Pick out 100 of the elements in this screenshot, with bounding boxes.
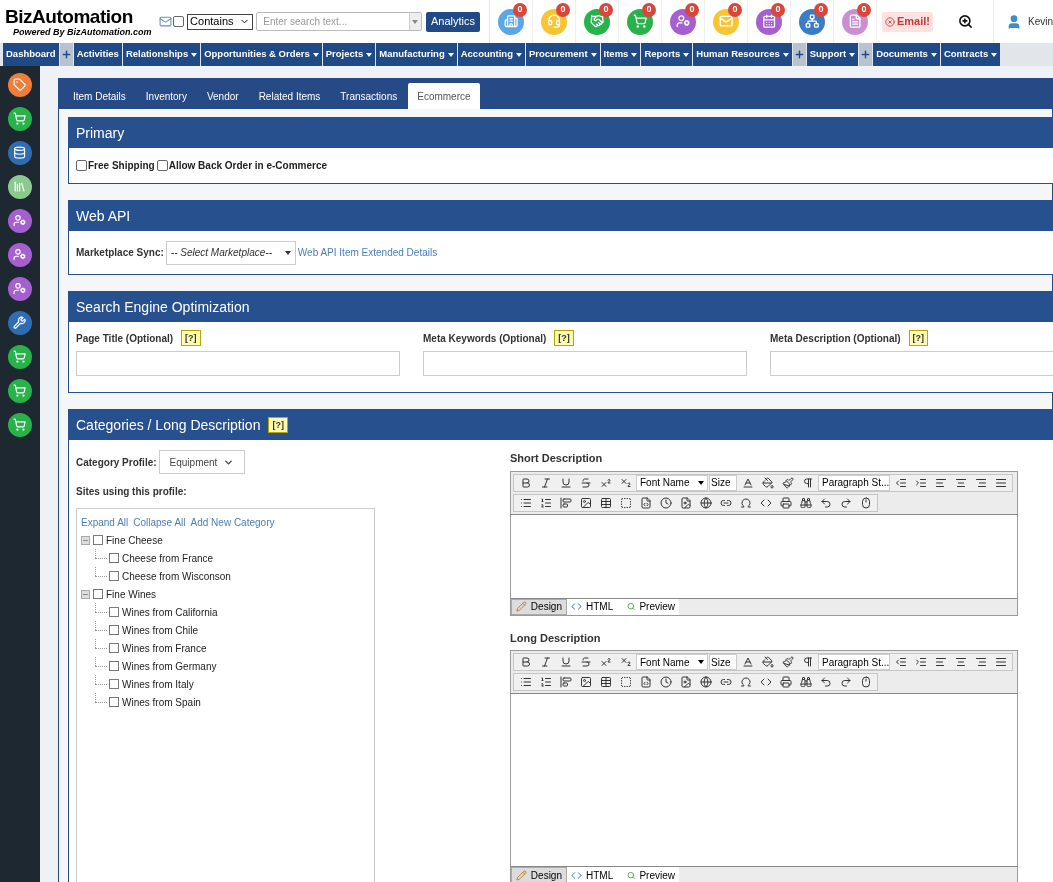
tab[interactable]: Inventory (136, 83, 196, 109)
tab[interactable]: Vendor (197, 83, 248, 109)
checkbox[interactable] (76, 160, 87, 171)
collapse-toggle[interactable] (81, 589, 90, 599)
add-button[interactable] (859, 43, 873, 66)
text-input[interactable] (423, 351, 747, 376)
tree-item[interactable]: Fine Cheese (106, 532, 163, 548)
checkbox[interactable] (173, 15, 185, 27)
profile-select[interactable]: Equipment (158, 450, 245, 474)
nav-menu-item[interactable]: Contracts (940, 43, 1001, 66)
tree-item[interactable]: Wines from California (122, 604, 218, 620)
tab[interactable]: Ecommerce (408, 83, 480, 109)
tree-item[interactable]: Wines from Spain (122, 694, 201, 710)
nav-menu-item[interactable]: Support (806, 43, 859, 66)
building-icon[interactable] (497, 8, 524, 35)
editor-mode-tab[interactable]: Preview (623, 867, 679, 882)
checkbox[interactable] (93, 589, 103, 599)
tools-icon[interactable] (8, 311, 32, 335)
checkbox[interactable] (109, 607, 119, 617)
document-icon[interactable] (841, 8, 868, 35)
tree-item[interactable]: Wines from Chile (122, 622, 199, 638)
cart-icon[interactable] (8, 345, 32, 369)
tree-item[interactable]: Cheese from France (122, 550, 214, 566)
user-name[interactable]: Kevin (1028, 14, 1053, 29)
user-avatar-icon[interactable] (1006, 13, 1022, 30)
checkbox[interactable] (109, 643, 119, 653)
font-name-select[interactable]: Font Name (636, 654, 708, 670)
tree-action-link[interactable]: Add New Category (190, 515, 275, 530)
zoom-icon[interactable] (958, 14, 973, 29)
cart-icon[interactable] (8, 107, 32, 131)
collapse-toggle[interactable] (81, 535, 90, 545)
nav-menu-item[interactable]: Human Resources (693, 43, 792, 66)
checkbox[interactable] (109, 571, 119, 581)
cart-icon[interactable] (8, 379, 32, 403)
tree-action-link[interactable]: Collapse All (133, 515, 186, 530)
nav-menu-item[interactable]: Opportunities & Orders (201, 43, 322, 66)
size-select[interactable]: Size (709, 474, 737, 491)
nav-menu-item[interactable]: Accounting (457, 43, 525, 66)
nav-menu-item[interactable]: Projects (322, 43, 376, 66)
checkbox[interactable] (109, 625, 119, 635)
tree-item[interactable]: Wines from Italy (122, 676, 194, 692)
logo[interactable]: BizAutomation (5, 5, 154, 27)
person-icon[interactable] (8, 209, 32, 233)
nav-menu-item[interactable]: Dashboard (3, 43, 59, 66)
binders-icon[interactable] (8, 175, 32, 199)
details-link[interactable]: Web API Item Extended Details (297, 245, 438, 260)
tree-action-link[interactable]: Expand All (81, 515, 129, 530)
paragraph-style-select[interactable]: Paragraph St... (818, 654, 890, 670)
marketplace-select[interactable]: -- Select Marketplace-- (165, 240, 296, 265)
analytics-button[interactable]: Analytics (425, 11, 480, 32)
editor-mode-tab[interactable]: Design (511, 867, 567, 882)
database-icon[interactable] (8, 141, 32, 165)
dropdown-button[interactable] (408, 13, 421, 30)
help-badge[interactable]: [?] (908, 330, 929, 346)
nav-menu-item[interactable]: Reports (641, 43, 693, 66)
help-badge[interactable]: [?] (554, 330, 574, 346)
person-icon[interactable] (8, 277, 32, 301)
text-input[interactable] (770, 351, 1053, 376)
text-input[interactable] (76, 351, 400, 376)
nav-menu-item[interactable]: Items (600, 43, 641, 66)
font-name-select[interactable]: Font Name (636, 474, 708, 491)
tab[interactable]: Related Items (249, 83, 330, 109)
person-icon[interactable] (8, 243, 32, 267)
checkbox[interactable] (156, 160, 168, 171)
checkbox[interactable] (109, 661, 119, 671)
headset-icon[interactable] (540, 8, 567, 35)
nav-menu-item[interactable]: Documents (873, 43, 940, 66)
cart-icon[interactable] (8, 413, 32, 437)
match-select[interactable]: Contains (187, 13, 254, 30)
editor-mode-tab[interactable]: HTML (567, 867, 623, 882)
nav-menu-item[interactable]: Activities (73, 43, 122, 66)
tab[interactable]: Transactions (331, 83, 407, 109)
tree-item[interactable]: Wines from Germany (122, 658, 217, 674)
tree-item[interactable]: Wines from France (122, 640, 207, 656)
handshake-icon[interactable] (583, 8, 610, 35)
tag-icon[interactable] (8, 73, 32, 97)
mail-icon[interactable] (159, 15, 173, 28)
nav-menu-item[interactable]: Relationships (122, 43, 201, 66)
add-button[interactable] (59, 43, 73, 66)
mail-icon[interactable] (712, 8, 739, 35)
checkbox[interactable] (93, 535, 103, 545)
calendar-icon[interactable] (755, 8, 782, 35)
tab[interactable]: Item Details (64, 83, 135, 109)
checkbox[interactable] (109, 697, 119, 707)
tree-item[interactable]: Cheese from Wisconson (122, 568, 231, 584)
checkbox[interactable] (109, 679, 119, 689)
help-badge[interactable]: [?] (181, 330, 201, 346)
help-badge[interactable]: [?] (268, 417, 288, 433)
checkbox[interactable] (109, 553, 119, 563)
tree-item[interactable]: Fine Wines (106, 586, 156, 602)
nav-menu-item[interactable]: Manufacturing (376, 43, 457, 66)
size-select[interactable]: Size (709, 654, 737, 670)
section-title: Categories / Long Description (76, 415, 261, 435)
caret-icon (284, 250, 291, 255)
nav-menu-item[interactable]: Procurement (525, 43, 600, 66)
field-label: Meta Keywords (Optional) (423, 331, 547, 346)
email-alert-button[interactable]: Email! (881, 11, 933, 32)
add-button[interactable] (792, 43, 806, 66)
paragraph-style-select[interactable]: Paragraph St... (818, 474, 890, 491)
org-chart-icon[interactable] (798, 8, 825, 35)
